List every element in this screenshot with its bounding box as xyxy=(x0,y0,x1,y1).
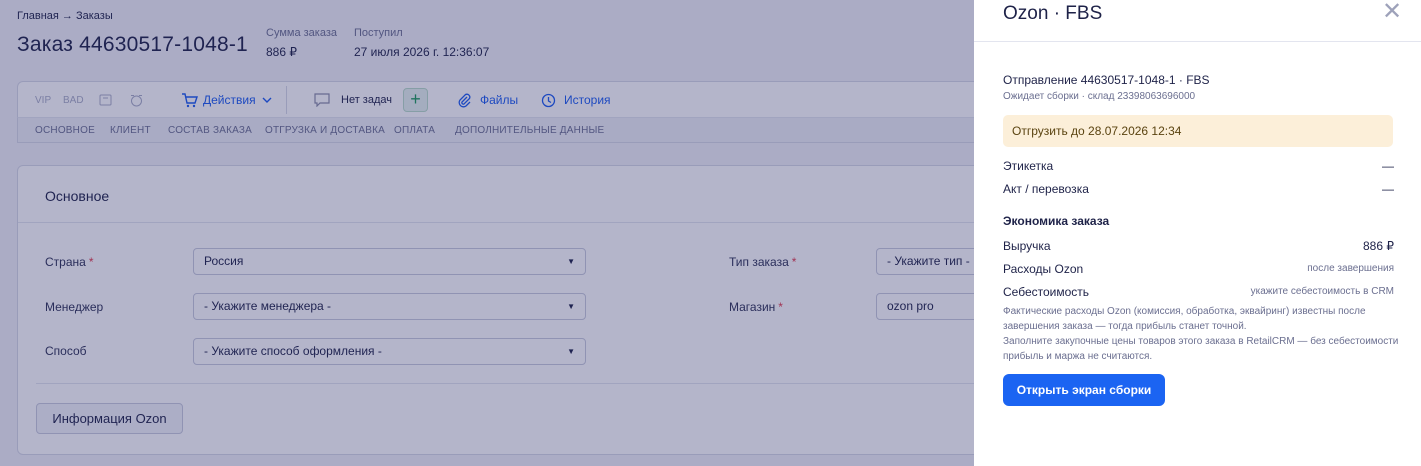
revenue-value: 886 ₽ xyxy=(1363,239,1394,253)
act-row-label: Акт / перевозка xyxy=(1003,182,1089,196)
drawer-title: Ozon · FBS xyxy=(1003,3,1103,24)
costs-note: Фактические расходы Ozon (комиссия, обра… xyxy=(1003,306,1366,332)
cogs-label: Себестоимость xyxy=(1003,285,1090,299)
ozon-costs-value: после завершения xyxy=(1307,263,1394,274)
cogs-value: укажите себестоимость в CRM xyxy=(1250,286,1394,297)
divider xyxy=(974,41,1421,42)
label-row-label: Этикетка xyxy=(1003,159,1054,173)
ozon-costs-label: Расходы Ozon xyxy=(1003,262,1084,276)
open-assembly-button[interactable]: Открыть экран сборки xyxy=(1003,374,1165,406)
revenue-label: Выручка xyxy=(1003,239,1051,253)
ship-deadline-banner: Отгрузить до 28.07.2026 12:34 xyxy=(1003,115,1393,147)
ozon-drawer: Ozon · FBS ✕ Отправление 44630517-1048-1… xyxy=(974,0,1421,466)
cogs-note: Заполните закупочные цены товаров этого … xyxy=(1003,336,1399,362)
shipment-status: Ожидает сборки · склад 23398063696000 xyxy=(1003,91,1196,102)
act-row-value: — xyxy=(1382,182,1394,196)
close-icon[interactable]: ✕ xyxy=(1382,0,1402,24)
economics-title: Экономика заказа xyxy=(1003,214,1110,228)
shipment-title: Отправление 44630517-1048-1 · FBS xyxy=(1003,73,1210,87)
label-row-value: — xyxy=(1382,159,1394,173)
